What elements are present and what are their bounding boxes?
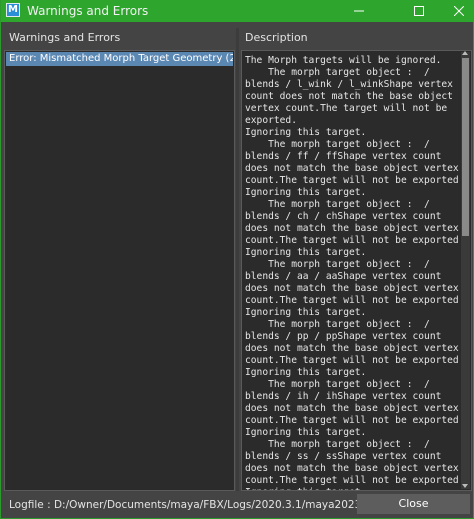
scroll-up-arrow-icon[interactable] xyxy=(462,51,468,55)
description-line: The morph target object : / xyxy=(245,379,430,390)
description-line: Ignoring this target. xyxy=(245,127,367,138)
description-line: count does not match the base object xyxy=(245,91,453,102)
maximize-button[interactable] xyxy=(403,0,435,22)
scrollbar-thumb[interactable] xyxy=(462,58,469,236)
minimize-button[interactable] xyxy=(343,0,375,22)
logfile-caption: Logfile : xyxy=(9,499,51,511)
description-line: vertex count.The target will not be xyxy=(245,103,448,114)
description-line: count.The target will not be exported. xyxy=(245,415,465,426)
warnings-list[interactable]: Error: Mismatched Morph Target Geometry … xyxy=(4,50,235,491)
description-line: The morph target object : / xyxy=(245,139,430,150)
description-line: count.The target will not be exported. xyxy=(245,295,465,306)
title-bar[interactable]: M Warnings and Errors xyxy=(1,0,474,22)
description-line: The morph target object : / xyxy=(245,319,430,330)
description-line: count.The target will not be exported. xyxy=(245,175,465,186)
description-line: blends / ff / ffShape vertex count xyxy=(245,151,442,162)
close-icon xyxy=(454,6,464,16)
maximize-icon xyxy=(414,6,424,16)
description-line: The Morph targets will be ignored. xyxy=(245,55,442,66)
description-line: blends / ch / chShape vertex count xyxy=(245,211,442,222)
description-text: The Morph targets will be ignored. The m… xyxy=(245,55,465,490)
description-line: does not match the base object vertex xyxy=(245,283,459,294)
description-line: count.The target will not be exported. xyxy=(245,235,465,246)
maya-app-icon: M xyxy=(6,3,20,17)
description-line: Ignoring this target. xyxy=(245,247,367,258)
description-panel-header: Description xyxy=(245,31,308,44)
description-line: Ignoring this target. xyxy=(245,307,367,318)
list-item-error[interactable]: Error: Mismatched Morph Target Geometry … xyxy=(6,52,233,66)
description-textbox[interactable]: The Morph targets will be ignored. The m… xyxy=(241,50,472,491)
description-line: Ignoring this target. xyxy=(245,427,367,438)
description-line: count.The target will not be exported. xyxy=(245,355,465,366)
description-line: The morph target object : / xyxy=(245,199,430,210)
scroll-down-arrow-icon[interactable] xyxy=(462,484,468,488)
description-line: does not match the base object vertex xyxy=(245,163,459,174)
description-line: does not match the base object vertex xyxy=(245,403,459,414)
logfile-label: Logfile : D:/Owner/Documents/maya/FBX/Lo… xyxy=(9,495,400,515)
description-line: does not match the base object vertex xyxy=(245,463,459,474)
description-line: exported. xyxy=(245,115,297,126)
description-line: blends / l_wink / l_winkShape vertex xyxy=(245,79,453,90)
description-line: The morph target object : / xyxy=(245,67,430,78)
description-line: blends / aa / aaShape vertex count xyxy=(245,271,442,282)
description-line: blends / ss / ssShape vertex count xyxy=(245,451,442,462)
warnings-errors-window: M Warnings and Errors Warnings and Error… xyxy=(0,0,474,519)
close-window-button[interactable] xyxy=(443,0,474,22)
description-line: The morph target object : / xyxy=(245,439,430,450)
description-line: Ignoring this target. xyxy=(245,367,367,378)
panel-splitter[interactable] xyxy=(236,28,239,491)
window-title: Warnings and Errors xyxy=(27,4,149,18)
close-button[interactable]: Close xyxy=(357,494,470,514)
description-line: does not match the base object vertex xyxy=(245,343,459,354)
description-line: Ignoring this target. xyxy=(245,487,461,490)
description-line: count.The target will not be exported. xyxy=(245,475,465,486)
description-scrollbar[interactable] xyxy=(461,51,470,489)
description-line: does not match the base object vertex xyxy=(245,223,459,234)
logfile-path: D:/Owner/Documents/maya/FBX/Logs/2020.3.… xyxy=(53,499,400,511)
description-line: blends / ih / ihShape vertex count xyxy=(245,391,442,402)
minimize-icon xyxy=(354,10,364,12)
description-line: The morph target object : / xyxy=(245,259,430,270)
warnings-panel-header: Warnings and Errors xyxy=(9,31,121,44)
description-line: blends / pp / ppShape vertex count xyxy=(245,331,442,342)
description-line: Ignoring this target. xyxy=(245,187,367,198)
